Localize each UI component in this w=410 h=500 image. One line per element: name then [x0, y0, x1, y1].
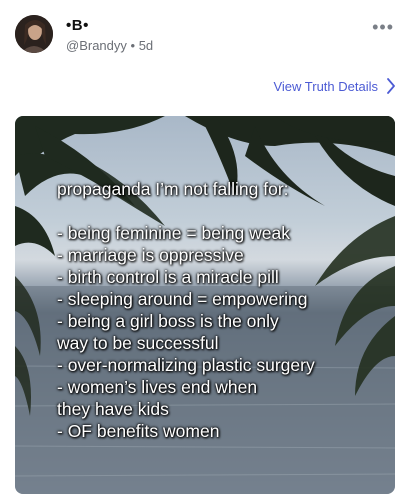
overlay-line: - sleeping around = empowering [57, 289, 308, 309]
overlay-line: - over-normalizing plastic surgery [57, 355, 315, 375]
post-image[interactable]: propaganda I’m not falling for: - being … [15, 116, 395, 494]
display-name[interactable]: •B• [66, 17, 89, 34]
overlay-line: - women’s lives end when [57, 377, 258, 397]
overlay-headline: propaganda I’m not falling for: [57, 179, 289, 199]
view-truth-details-link[interactable]: View Truth Details [273, 78, 396, 94]
post-age: 5d [138, 38, 154, 53]
handle[interactable]: @Brandyy [66, 38, 127, 53]
avatar[interactable] [15, 15, 53, 53]
overlay-line: - OF benefits women [57, 421, 220, 441]
image-overlay-text: propaganda I’m not falling for: - being … [57, 178, 387, 442]
overlay-line: - marriage is oppressive [57, 245, 244, 265]
overlay-line: - being feminine = being weak [57, 223, 290, 243]
overlay-line: way to be successful [57, 333, 219, 353]
view-details-label: View Truth Details [273, 78, 378, 94]
chevron-right-icon [387, 78, 395, 94]
overlay-line: - birth control is a miracle pill [57, 267, 279, 287]
overlay-line: they have kids [57, 399, 169, 419]
post-meta: @Brandyy • 5d [66, 38, 153, 53]
more-options-icon[interactable]: ••• [372, 18, 394, 36]
meta-separator: • [130, 38, 139, 53]
overlay-line: - being a girl boss is the only [57, 311, 279, 331]
